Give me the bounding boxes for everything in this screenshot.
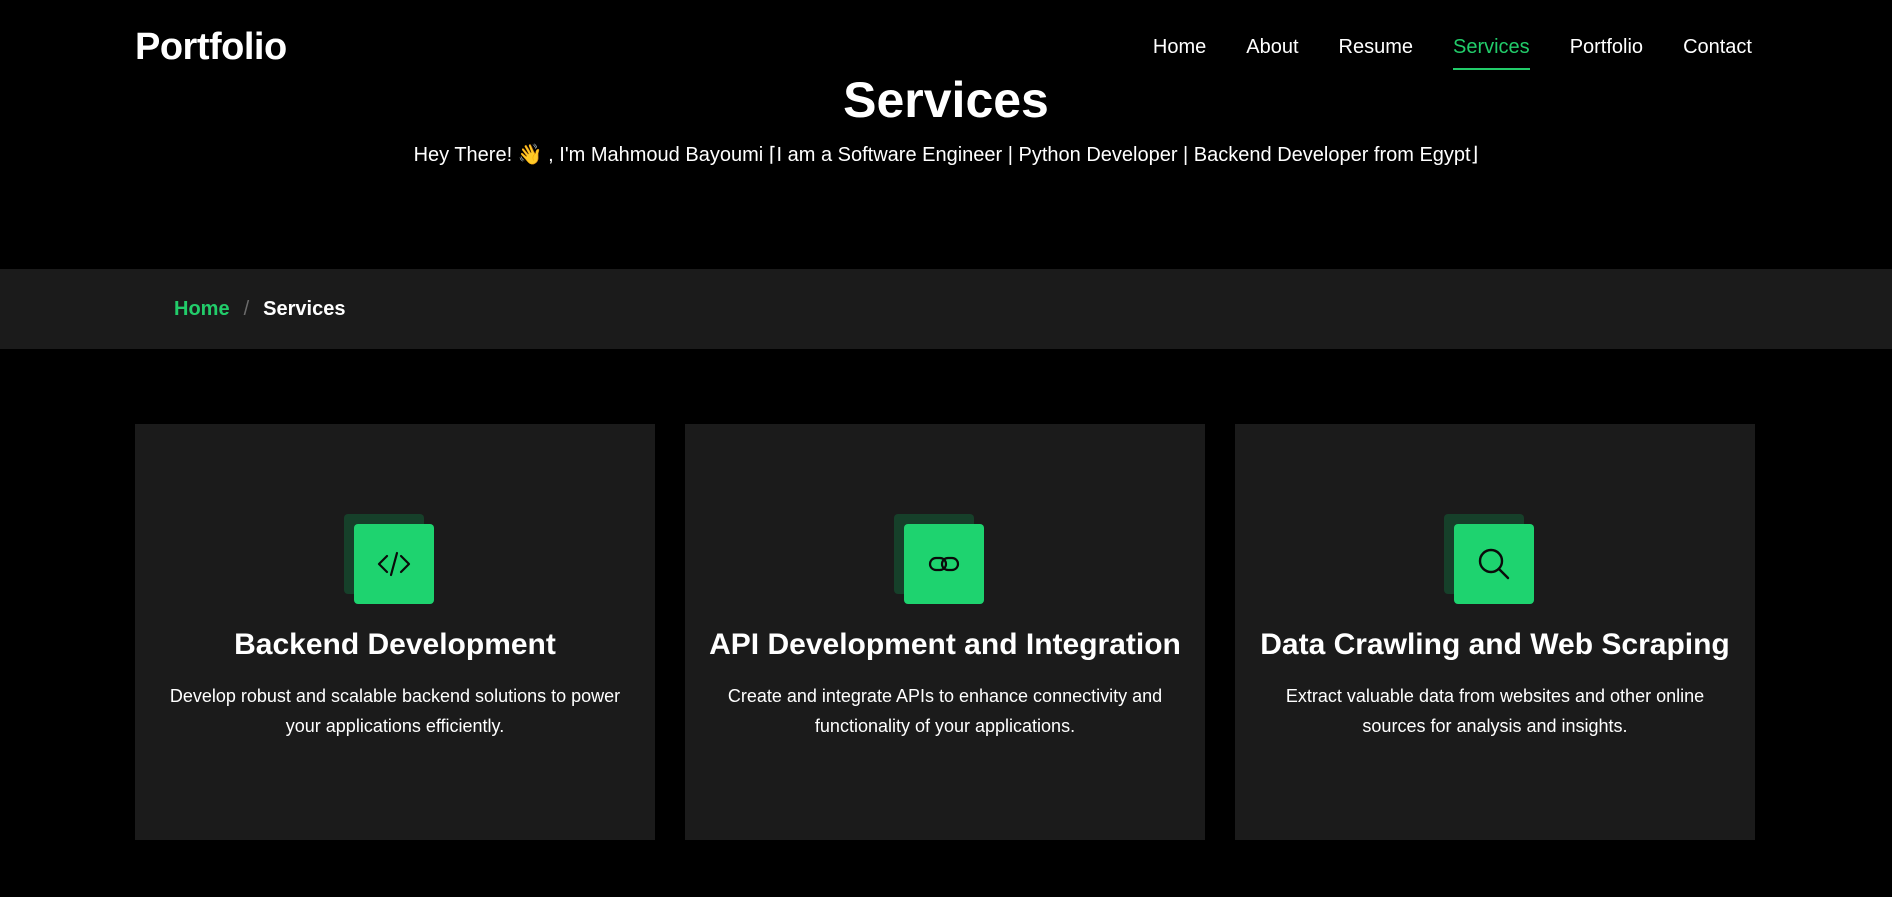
service-title: Backend Development <box>234 628 556 661</box>
service-card-api: API Development and Integration Create a… <box>685 424 1205 840</box>
service-card-backend: Backend Development Develop robust and s… <box>135 424 655 840</box>
nav-services[interactable]: Services <box>1452 34 1530 70</box>
services-list: Backend Development Develop robust and s… <box>135 424 1755 840</box>
service-description: Extract valuable data from websites and … <box>1285 686 1705 736</box>
nav-portfolio[interactable]: Portfolio <box>1570 34 1643 60</box>
nav-about[interactable]: About <box>1246 34 1298 60</box>
nav-contact[interactable]: Contact <box>1683 34 1752 60</box>
site-logo[interactable]: Portfolio <box>135 24 287 70</box>
service-description: Create and integrate APIs to enhance con… <box>727 686 1163 736</box>
page-hero: Services Hey There! 👋 , I'm Mahmoud Bayo… <box>0 70 1892 168</box>
nav-home[interactable]: Home <box>1153 34 1206 60</box>
code-icon <box>354 524 434 604</box>
breadcrumb-current: Services <box>263 298 346 320</box>
service-icon-box <box>894 514 984 604</box>
breadcrumb-bar: Home / Services <box>0 269 1892 349</box>
service-title: API Development and Integration <box>709 628 1181 661</box>
breadcrumb: Home / Services <box>174 297 345 321</box>
service-icon-box <box>344 514 434 604</box>
nav-resume[interactable]: Resume <box>1339 34 1413 60</box>
service-title: Data Crawling and Web Scraping <box>1260 628 1730 661</box>
service-description: Develop robust and scalable backend solu… <box>169 686 621 736</box>
breadcrumb-home-link[interactable]: Home <box>174 297 230 321</box>
search-icon <box>1454 524 1534 604</box>
breadcrumb-separator: / <box>243 298 250 320</box>
link-icon <box>904 524 984 604</box>
service-icon-box <box>1444 514 1534 604</box>
service-card-scraping: Data Crawling and Web Scraping Extract v… <box>1235 424 1755 840</box>
hero-subtitle: Hey There! 👋 , I'm Mahmoud Bayoumi ⌈I am… <box>413 144 1479 166</box>
page-title: Services <box>843 72 1049 128</box>
main-nav: Home About Resume Services Portfolio Con… <box>1153 34 1752 70</box>
